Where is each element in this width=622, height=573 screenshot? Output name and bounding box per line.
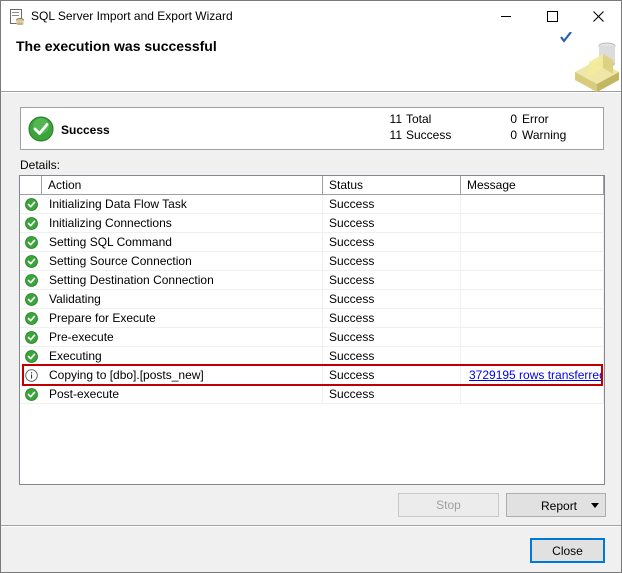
table-row[interactable]: Setting SQL Command Success [20,233,604,252]
dropdown-arrow-icon [591,503,599,508]
row-action: Initializing Data Flow Task [42,195,323,214]
success-icon [20,271,42,290]
wizard-header: The execution was successful [1,32,621,92]
minimize-button[interactable] [483,1,529,32]
success-icon [20,385,42,404]
row-message [461,347,604,366]
error-label: Error [522,112,549,126]
total-count: 11 [389,112,402,126]
close-button[interactable]: Close [530,538,605,563]
page-title: The execution was successful [16,38,217,54]
row-status: Success [323,233,461,252]
success-label: Success [406,128,452,142]
table-row[interactable]: Initializing Connections Success [20,214,604,233]
success-count: 11 [389,128,402,142]
row-status: Success [323,290,461,309]
summary-panel: Success 11 Total 11 Success 0 Error 0 Wa… [20,107,604,150]
rows-transferred-link[interactable]: 3729195 rows transferred [469,368,603,382]
table-row[interactable]: Post-execute Success [20,385,604,404]
row-message [461,290,604,309]
success-icon [20,347,42,366]
column-header-status[interactable]: Status [323,176,461,195]
row-action: Executing [42,347,323,366]
grid-header: Action Status Message [20,176,604,195]
row-status: Success [323,309,461,328]
window-title: SQL Server Import and Export Wizard [31,9,233,23]
column-header-message[interactable]: Message [461,176,604,195]
row-action: Setting Destination Connection [42,271,323,290]
warning-label: Warning [522,128,567,142]
row-message [461,252,604,271]
row-status: Success [323,271,461,290]
row-action: Pre-execute [42,328,323,347]
report-label: Report [541,499,578,513]
total-label: Total [406,112,432,126]
row-status: Success [323,347,461,366]
close-window-button[interactable] [575,1,621,32]
row-message [461,233,604,252]
row-action: Copying to [dbo].[posts_new] [42,366,323,385]
table-row[interactable]: Prepare for Execute Success [20,309,604,328]
close-icon [592,11,604,22]
column-header-action[interactable]: Action [42,176,323,195]
details-grid[interactable]: Action Status Message Initializing Data … [19,175,605,485]
success-icon [20,252,42,271]
row-status: Success [323,385,461,404]
success-icon [20,214,42,233]
app-icon [10,9,24,25]
minimize-icon [500,16,511,17]
details-label: Details: [20,158,61,172]
row-status: Success [323,366,461,385]
row-message [461,385,604,404]
row-action: Setting SQL Command [42,233,323,252]
row-message: 3729195 rows transferred [461,366,604,385]
row-message [461,271,604,290]
success-icon [20,328,42,347]
column-header-icon[interactable] [20,176,42,195]
table-row[interactable]: Setting Source Connection Success [20,252,604,271]
row-status: Success [323,195,461,214]
wizard-database-icon [560,32,619,92]
row-message [461,214,604,233]
error-count: 0 [510,112,517,126]
warning-count: 0 [510,128,517,142]
table-row[interactable]: Initializing Data Flow Task Success [20,195,604,214]
table-row[interactable]: Copying to [dbo].[posts_new] Success 37291… [20,366,604,385]
success-icon [20,233,42,252]
header-separator [1,92,621,93]
success-icon [28,116,54,142]
row-message [461,309,604,328]
summary-status: Success [61,123,110,137]
success-icon [20,195,42,214]
info-icon [20,366,42,385]
row-action: Prepare for Execute [42,309,323,328]
row-message [461,328,604,347]
row-message [461,195,604,214]
footer-separator-highlight [1,526,621,527]
title-bar[interactable]: SQL Server Import and Export Wizard [1,1,621,32]
row-status: Success [323,328,461,347]
grid-rows: Initializing Data Flow Task Success Initia… [20,195,604,404]
success-icon [20,309,42,328]
row-action: Post-execute [42,385,323,404]
report-button[interactable]: Report [506,493,606,517]
success-icon [20,290,42,309]
table-row[interactable]: Setting Destination Connection Success [20,271,604,290]
row-status: Success [323,252,461,271]
stop-button[interactable]: Stop [398,493,499,517]
row-action: Setting Source Connection [42,252,323,271]
row-status: Success [323,214,461,233]
maximize-button[interactable] [529,1,575,32]
table-row[interactable]: Validating Success [20,290,604,309]
maximize-icon [546,11,558,22]
row-action: Validating [42,290,323,309]
wizard-window: SQL Server Import and Export Wizard The … [0,0,622,573]
table-row[interactable]: Pre-execute Success [20,328,604,347]
row-action: Initializing Connections [42,214,323,233]
table-row[interactable]: Executing Success [20,347,604,366]
